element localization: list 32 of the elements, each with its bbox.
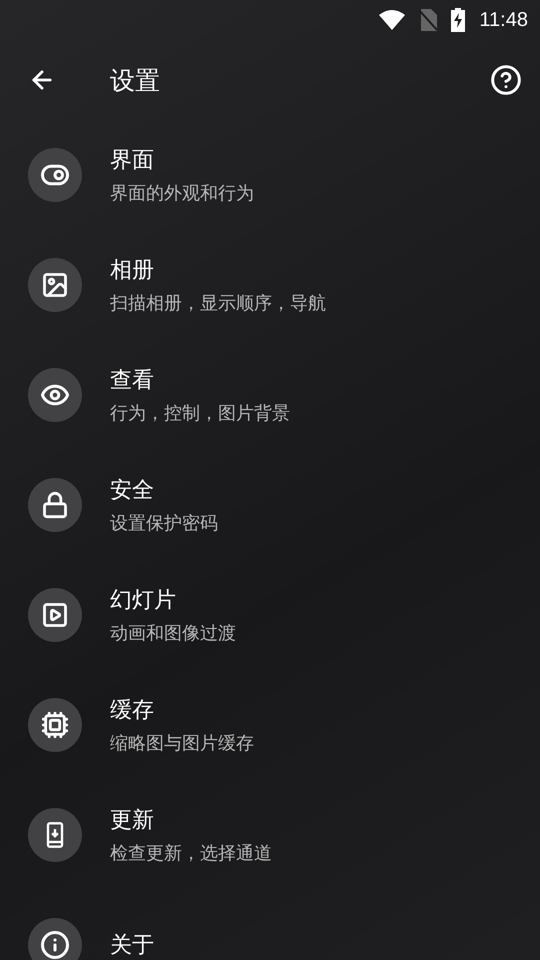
item-subtitle: 行为，控制，图片背景 [110, 402, 290, 425]
item-title: 安全 [110, 477, 155, 505]
item-title: 界面 [110, 147, 155, 175]
settings-item[interactable]: 关于 [0, 890, 540, 960]
item-subtitle: 扫描相册，显示顺序，导航 [110, 292, 326, 315]
no-sim-icon [419, 9, 438, 31]
item-subtitle: 设置保护密码 [110, 512, 218, 535]
settings-item[interactable]: 更新 检查更新，选择通道 [0, 780, 540, 890]
item-title: 更新 [110, 807, 155, 835]
battery-charging-icon [451, 8, 466, 32]
item-title: 幻灯片 [110, 587, 177, 615]
settings-item[interactable]: 界面 界面的外观和行为 [0, 120, 540, 230]
settings-item[interactable]: 相册 扫描相册，显示顺序，导航 [0, 230, 540, 340]
status-time: 11:48 [479, 8, 528, 32]
help-button[interactable] [490, 64, 522, 96]
settings-item[interactable]: 查看 行为，控制，图片背景 [0, 340, 540, 450]
item-title: 查看 [110, 367, 155, 395]
item-title: 相册 [110, 257, 155, 285]
screen-title: 设置 [110, 64, 161, 96]
settings-item[interactable]: 缓存 缩略图与图片缓存 [0, 670, 540, 780]
chip-icon [28, 698, 82, 752]
item-title: 缓存 [110, 697, 155, 725]
wifi-icon [379, 10, 406, 30]
item-subtitle: 检查更新，选择通道 [110, 842, 272, 865]
info-icon [28, 918, 82, 960]
item-subtitle: 缩略图与图片缓存 [110, 732, 254, 755]
settings-item[interactable]: 幻灯片 动画和图像过渡 [0, 560, 540, 670]
item-subtitle: 界面的外观和行为 [110, 182, 254, 205]
item-subtitle: 动画和图像过渡 [110, 622, 236, 645]
settings-item[interactable]: 安全 设置保护密码 [0, 450, 540, 560]
item-title: 关于 [110, 932, 154, 960]
phone-download-icon [28, 808, 82, 862]
